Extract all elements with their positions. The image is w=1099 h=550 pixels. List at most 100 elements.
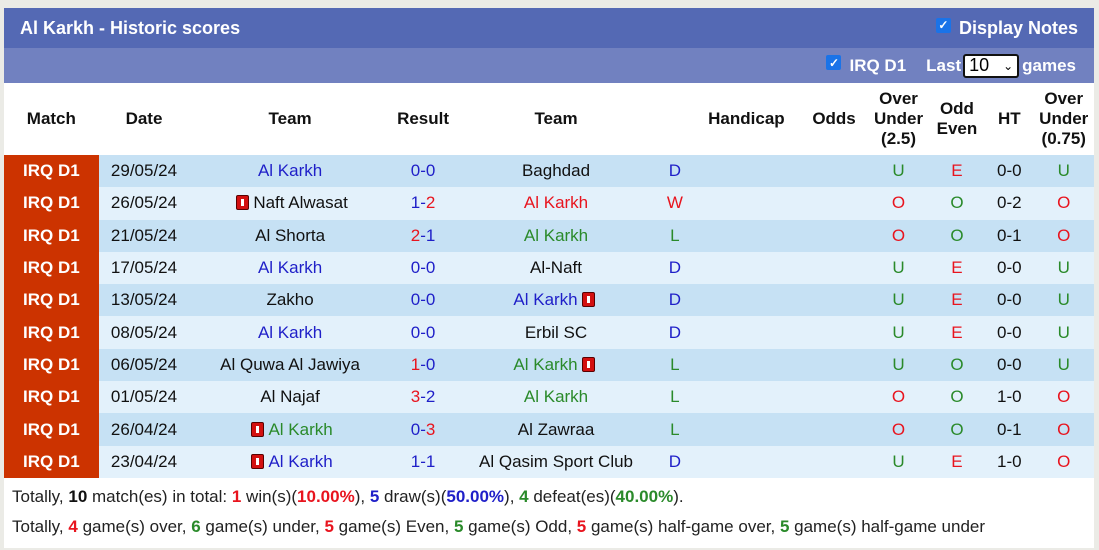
summary: Totally, 10 match(es) in total: 1 win(s)… (4, 478, 1094, 548)
result-cell[interactable]: 0-0 (390, 316, 456, 349)
over-under-0-75: O (1033, 219, 1094, 252)
summary-text: draw(s)( (379, 486, 447, 506)
red-card-icon (236, 195, 250, 211)
league-badge[interactable]: IRQ D1 (4, 284, 99, 317)
half-game-over-count: 5 (576, 516, 587, 536)
league-filter-checkbox[interactable]: ✓ (826, 55, 842, 70)
away-team[interactable]: Al Zawraa (518, 420, 595, 439)
odd-even: E (928, 316, 986, 349)
away-team[interactable]: Al Karkh (513, 355, 577, 374)
home-team[interactable]: Al Karkh (258, 161, 322, 180)
header-line: Over (1044, 89, 1084, 108)
header-line: (2.5) (881, 129, 916, 148)
away-team[interactable]: Al Karkh (524, 387, 588, 406)
result-cell[interactable]: 1-1 (390, 445, 456, 478)
over-under-0-75: U (1033, 348, 1094, 382)
display-notes-toggle[interactable]: ✓ Display Notes (935, 17, 1078, 39)
away-team-cell: Al Qasim Sport Club (455, 445, 657, 478)
result-cell[interactable]: 2-1 (390, 219, 456, 252)
away-team[interactable]: Erbil SC (525, 323, 587, 342)
result-cell[interactable]: 1-0 (390, 348, 456, 382)
summary-text: game(s) half-game over, (586, 516, 780, 536)
away-team[interactable]: Al-Naft (530, 258, 582, 277)
red-card-icon (581, 356, 595, 372)
odds (799, 284, 869, 317)
league-badge[interactable]: IRQ D1 (4, 348, 99, 382)
league-badge[interactable]: IRQ D1 (4, 219, 99, 252)
match-date: 13/05/24 (98, 284, 190, 317)
col-handicap: Handicap (708, 109, 785, 128)
away-team[interactable]: Al Karkh (524, 226, 588, 245)
away-team[interactable]: Al Qasim Sport Club (479, 452, 633, 471)
win-percent: 10.00% (297, 486, 355, 506)
league-badge[interactable]: IRQ D1 (4, 155, 99, 188)
result-cell[interactable]: 0-3 (390, 413, 456, 446)
home-team[interactable]: Al Karkh (258, 323, 322, 342)
league-badge[interactable]: IRQ D1 (4, 445, 99, 478)
half-time-score: 0-0 (985, 251, 1034, 285)
league-badge[interactable]: IRQ D1 (4, 316, 99, 349)
defeats-count: 4 (519, 486, 529, 506)
home-score: 0 (410, 290, 421, 310)
odd-even: E (928, 445, 986, 478)
col-home-team: Team (268, 109, 312, 128)
league-badge[interactable]: IRQ D1 (4, 413, 99, 446)
home-team[interactable]: Al Najaf (260, 387, 320, 406)
summary-text: game(s) over, (77, 516, 192, 536)
league-badge[interactable]: IRQ D1 (4, 187, 99, 220)
result-cell[interactable]: 1-2 (390, 187, 456, 220)
home-team[interactable]: Al Karkh (258, 258, 322, 277)
home-team-cell: Al Karkh (189, 413, 391, 446)
over-under-2-5: U (868, 445, 929, 478)
over-count: 4 (68, 516, 78, 536)
col-result: Result (397, 109, 450, 128)
away-score: 1 (425, 451, 436, 471)
away-team[interactable]: Al Karkh (524, 193, 588, 212)
result-cell[interactable]: 0-0 (390, 155, 456, 188)
half-time-score: 1-0 (985, 445, 1034, 478)
home-team[interactable]: Al Quwa Al Jawiya (220, 355, 360, 374)
half-time-score: 0-0 (985, 348, 1034, 382)
handicap (693, 445, 800, 478)
home-team[interactable]: Al Shorta (255, 226, 325, 245)
odds (799, 251, 869, 285)
chevron-down-icon: ⌄ (1003, 58, 1014, 73)
col-date: Date (125, 109, 163, 128)
home-team[interactable]: Zakho (266, 290, 313, 309)
home-team-cell: Naft Alwasat (189, 187, 391, 220)
away-score: 2 (425, 387, 436, 407)
over-under-0-75: U (1033, 284, 1094, 317)
checkbox-checked-icon[interactable]: ✓ (935, 17, 951, 33)
handicap (693, 219, 800, 252)
home-team[interactable]: Al Karkh (268, 452, 332, 471)
over-under-0-75: U (1033, 316, 1094, 349)
header-line: Odd (939, 99, 974, 118)
half-game-under-count: 5 (779, 516, 790, 536)
col-away-team: Team (534, 109, 578, 128)
over-under-0-75: O (1033, 413, 1094, 446)
header-line: (0.75) (1041, 129, 1086, 148)
odds (799, 445, 869, 478)
last-games-select[interactable]: 10 ⌄ (963, 53, 1020, 78)
away-team[interactable]: Al Karkh (513, 290, 577, 309)
match-outcome: W (656, 187, 694, 220)
league-badge[interactable]: IRQ D1 (4, 381, 99, 414)
table-row: IRQ D1 13/05/24 Zakho 0-0 Al Karkh D U E 0-0 U (4, 284, 1094, 317)
home-team[interactable]: Naft Alwasat (253, 193, 348, 212)
match-outcome: D (656, 155, 694, 188)
over-under-2-5: U (868, 284, 929, 317)
league-badge[interactable]: IRQ D1 (4, 251, 99, 285)
handicap (693, 348, 800, 382)
table-row: IRQ D1 21/05/24 Al Shorta 2-1 Al Karkh L O O 0-1… (4, 219, 1094, 252)
odds (799, 348, 869, 382)
away-team[interactable]: Baghdad (522, 161, 590, 180)
match-date: 08/05/24 (98, 316, 190, 349)
result-cell[interactable]: 3-2 (390, 381, 456, 414)
home-team[interactable]: Al Karkh (268, 420, 332, 439)
table-header-row: Match Date Team Result Team Handicap Odd… (4, 83, 1094, 155)
over-under-2-5: O (868, 413, 929, 446)
result-cell[interactable]: 0-0 (390, 284, 456, 317)
col-odds: Odds (812, 109, 856, 128)
result-cell[interactable]: 0-0 (390, 251, 456, 285)
home-score: 1 (410, 451, 421, 471)
